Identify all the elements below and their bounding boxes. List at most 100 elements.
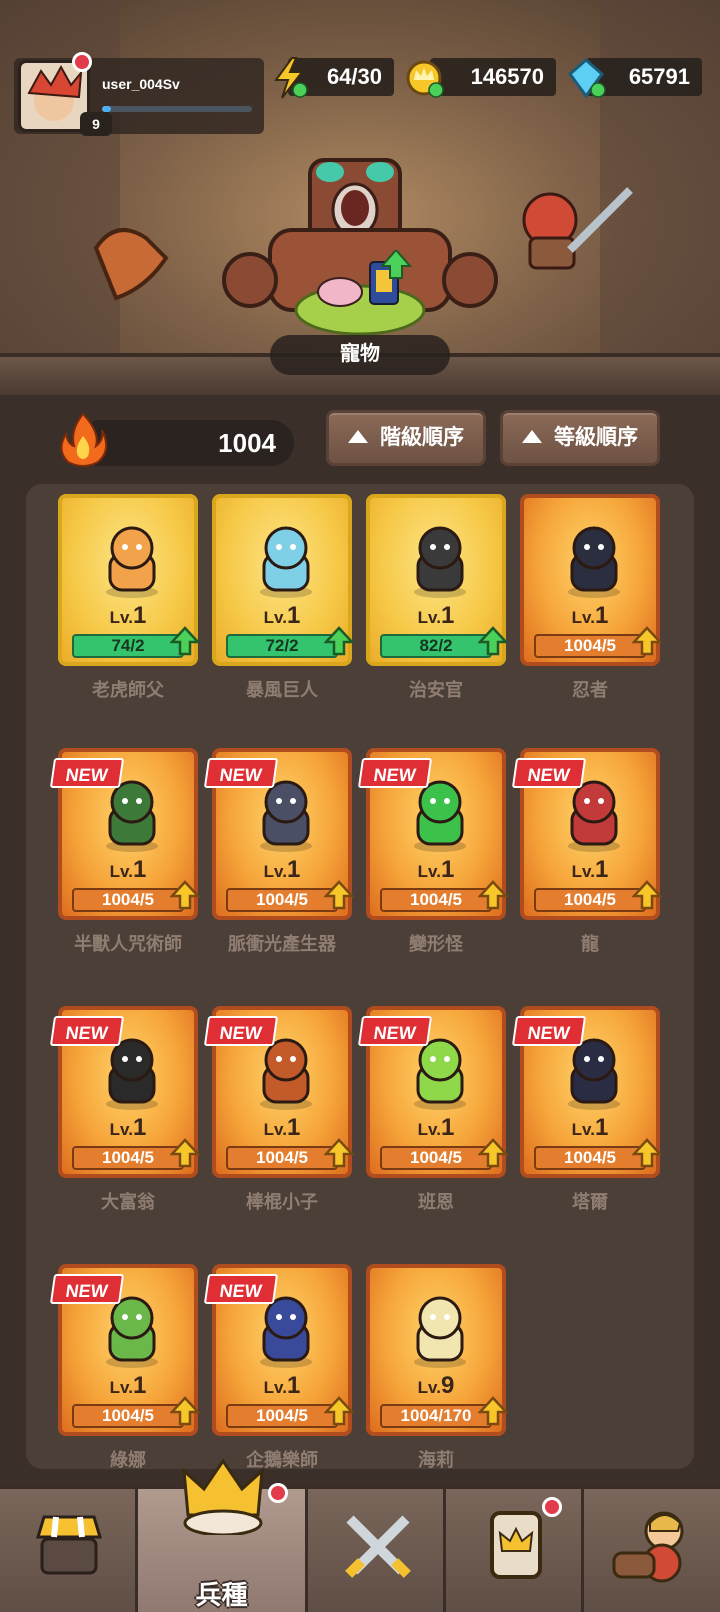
unit-name: 棒棍小子 — [246, 1192, 318, 1212]
new-badge: NEW — [49, 1274, 125, 1304]
sort-up-arrow-icon — [522, 430, 542, 443]
unit-name: 暴風巨人 — [246, 680, 318, 700]
hero-scene: 9 user_004Sv 64/30 146570 65791 寵物 — [0, 0, 720, 395]
unit-card[interactable]: Lv.1 1004/5 NEW — [49, 1264, 200, 1436]
pet-platform[interactable] — [290, 250, 430, 340]
upgrade-arrow-icon — [324, 880, 354, 910]
scroll-crown-icon — [490, 1511, 542, 1579]
unit-upgrade-progress: 1004/5 — [534, 888, 646, 912]
new-badge: NEW — [357, 758, 433, 788]
sort-up-arrow-icon — [348, 430, 368, 443]
upgrade-arrow-icon — [632, 880, 662, 910]
swordsman-character — [522, 187, 633, 270]
nav-heroes[interactable] — [584, 1489, 720, 1612]
profile-notification-dot — [72, 52, 92, 72]
crossed-swords-icon — [345, 1515, 411, 1578]
unit-card[interactable]: Lv.1 1004/5 NEW — [203, 748, 354, 920]
unit-name: 半獸人咒術師 — [74, 934, 182, 954]
unit-name: 塔爾 — [572, 1192, 608, 1212]
units-notification-dot — [268, 1483, 288, 1503]
unit-name: 大富翁 — [101, 1192, 155, 1212]
unit-card[interactable]: Lv.1 1004/5 NEW — [203, 1264, 354, 1436]
unit-portrait — [414, 526, 466, 598]
unit-upgrade-progress: 82/2 — [380, 634, 492, 658]
unit-name: 班恩 — [418, 1192, 454, 1212]
unit-upgrade-progress: 1004/170 — [380, 1404, 492, 1428]
new-badge: NEW — [511, 1016, 587, 1046]
unit-card[interactable]: Lv.1 82/2 — [366, 494, 508, 666]
unit-upgrade-progress: 1004/5 — [72, 888, 184, 912]
unit-card[interactable]: Lv.1 1004/5 NEW — [203, 1006, 354, 1178]
unit-upgrade-progress: 1004/5 — [534, 1146, 646, 1170]
new-badge: NEW — [203, 1274, 279, 1304]
unit-upgrade-progress: 1004/5 — [226, 1404, 338, 1428]
unit-upgrade-progress: 1004/5 — [226, 1146, 338, 1170]
upgrade-arrow-icon — [478, 626, 508, 656]
shop-stall-icon — [35, 1515, 103, 1575]
unit-name: 忍者 — [572, 680, 608, 700]
pet-button-label[interactable]: 寵物 — [270, 335, 450, 375]
upgrade-arrow-icon — [170, 1138, 200, 1168]
unit-name: 脈衝光產生器 — [228, 934, 336, 954]
total-power-display: 1004 — [78, 420, 294, 466]
sort-by-rank-button[interactable]: 階級順序 — [326, 410, 486, 466]
unit-card[interactable]: Lv.1 72/2 — [212, 494, 354, 666]
upgrade-arrow-icon — [170, 1396, 200, 1426]
upgrade-arrow-icon — [324, 1138, 354, 1168]
unit-upgrade-progress: 1004/5 — [226, 888, 338, 912]
unit-card[interactable]: Lv.9 1004/170 — [366, 1264, 508, 1436]
upgrade-arrow-icon — [170, 626, 200, 656]
heroes-group-icon — [612, 1511, 684, 1583]
gold-crown-icon — [406, 60, 444, 98]
unit-upgrade-progress: 1004/5 — [72, 1146, 184, 1170]
new-badge: NEW — [203, 758, 279, 788]
upgrade-arrow-icon — [478, 1396, 508, 1426]
sort-by-level-button[interactable]: 等級順序 — [500, 410, 660, 466]
unit-upgrade-progress: 1004/5 — [380, 888, 492, 912]
lightning-icon — [274, 57, 308, 99]
nav-rank[interactable] — [446, 1489, 584, 1612]
nav-shop[interactable] — [0, 1489, 138, 1612]
username: user_004Sv — [102, 76, 180, 92]
player-profile[interactable]: 9 user_004Sv — [14, 52, 264, 136]
unit-upgrade-progress: 1004/5 — [380, 1146, 492, 1170]
crown-icon — [182, 1458, 264, 1535]
upgrade-arrow-icon — [478, 880, 508, 910]
player-level-badge: 9 — [80, 112, 112, 136]
upgrade-arrow-icon — [324, 1396, 354, 1426]
unit-name: 治安官 — [409, 680, 463, 700]
nav-units-label: 兵種 — [195, 1580, 248, 1610]
unit-name: 變形怪 — [409, 934, 463, 954]
diamond-icon — [567, 58, 606, 99]
unit-card[interactable]: Lv.1 1004/5 NEW — [49, 748, 200, 920]
new-badge: NEW — [49, 1016, 125, 1046]
unit-card[interactable]: Lv.1 74/2 — [58, 494, 200, 666]
avatar-portrait — [27, 64, 83, 121]
unit-portrait — [106, 526, 158, 598]
upgrade-arrow-icon — [632, 626, 662, 656]
unit-portrait — [414, 1296, 466, 1368]
new-badge: NEW — [203, 1016, 279, 1046]
upgrade-arrow-icon — [324, 626, 354, 656]
unit-name: 海莉 — [418, 1450, 454, 1470]
new-badge: NEW — [511, 758, 587, 788]
nav-battle[interactable] — [308, 1489, 446, 1612]
unit-card[interactable]: Lv.1 1004/5 NEW — [357, 1006, 508, 1178]
upgrade-arrow-icon — [478, 1138, 508, 1168]
unit-card[interactable]: Lv.1 1004/5 — [520, 494, 662, 666]
nav-units[interactable]: 兵種 — [138, 1458, 308, 1612]
xp-bar — [102, 106, 252, 112]
unit-card[interactable]: Lv.1 1004/5 NEW — [357, 748, 508, 920]
unit-card[interactable]: Lv.1 1004/5 NEW — [511, 1006, 662, 1178]
unit-upgrade-progress: 72/2 — [226, 634, 338, 658]
unit-portrait — [260, 526, 312, 598]
unit-card[interactable]: Lv.1 1004/5 NEW — [49, 1006, 200, 1178]
gold-counter[interactable]: 146570 — [430, 58, 556, 96]
unit-card[interactable]: Lv.1 1004/5 NEW — [511, 748, 662, 920]
bottom-nav: 兵種 — [0, 1458, 720, 1612]
unit-upgrade-progress: 1004/5 — [534, 634, 646, 658]
rank-notification-dot — [542, 1497, 562, 1517]
new-badge: NEW — [49, 758, 125, 788]
new-badge: NEW — [357, 1016, 433, 1046]
unit-name: 龍 — [581, 934, 599, 954]
